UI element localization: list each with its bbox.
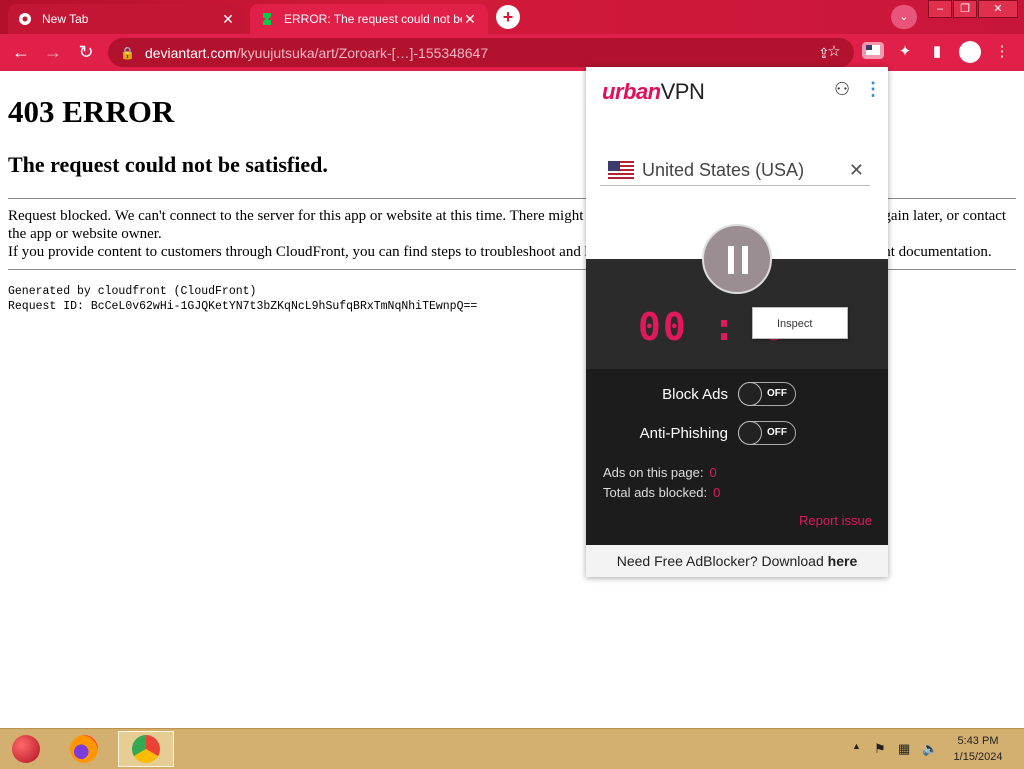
chrome-menu-icon[interactable]: ⋮ — [991, 42, 1013, 60]
ads-on-page: Ads on this page: 0 — [603, 465, 717, 480]
anti-phishing-toggle[interactable]: OFF — [738, 421, 796, 445]
maximize-button[interactable]: ❐ — [953, 0, 977, 18]
firefox-taskbar-button[interactable] — [58, 731, 114, 767]
browser-toolbar: ← → ↻ 🔒 deviantart.com/kyuujutsuka/art/Z… — [0, 34, 1024, 71]
clock-date: 1/15/2024 — [953, 751, 1003, 763]
system-clock[interactable]: 5:43 PM 1/15/2024 — [948, 733, 1008, 765]
close-window-button[interactable]: ✕ — [978, 0, 1018, 18]
side-panel-icon[interactable]: ▮ — [926, 42, 948, 60]
adblocker-promo: Need Free AdBlocker? Download here — [586, 545, 888, 577]
clear-country-icon[interactable]: ✕ — [849, 160, 864, 181]
pause-button[interactable] — [702, 224, 772, 294]
url-path: /kyuujutsuka/art/Zoroark-[…]-155348647 — [236, 44, 489, 61]
total-blocked-label: Total ads blocked: — [603, 485, 708, 500]
clock-time: 5:43 PM — [957, 735, 999, 747]
more-menu-icon[interactable]: ⋮ — [864, 79, 882, 100]
ads-on-page-label: Ads on this page: — [603, 465, 704, 480]
chrome-taskbar-button[interactable] — [118, 731, 174, 767]
urban-vpn-extension-icon[interactable] — [862, 42, 884, 59]
lock-icon[interactable]: 🔒 — [120, 46, 135, 60]
context-menu-inspect[interactable]: Inspect — [752, 307, 848, 339]
chrome-icon — [18, 12, 32, 26]
block-ads-toggle[interactable]: OFF — [738, 382, 796, 406]
toggle-knob — [738, 382, 762, 406]
toggle-state: OFF — [767, 427, 787, 438]
total-ads-blocked: Total ads blocked: 0 — [603, 485, 720, 500]
promo-text: Need Free AdBlocker? Download — [616, 553, 828, 569]
url-text: deviantart.com/kyuujutsuka/art/Zoroark-[… — [145, 45, 488, 61]
volume-muted-icon[interactable]: 🔈 — [922, 741, 938, 757]
block-ads-row: Block Ads OFF — [586, 382, 888, 408]
request-id: Request ID: BcCeL0v62wHi-1GJQKetYN7t3bZK… — [8, 300, 478, 313]
reload-button[interactable]: ↻ — [75, 42, 97, 63]
close-tab-icon[interactable]: ✕ — [462, 11, 478, 28]
back-button[interactable]: ← — [10, 42, 32, 63]
extensions-icon[interactable]: ✦ — [894, 42, 916, 60]
network-icon[interactable]: ▦ — [898, 741, 910, 757]
forward-button[interactable]: → — [42, 42, 64, 63]
close-tab-icon[interactable]: ✕ — [220, 11, 236, 28]
country-name: United States (USA) — [642, 159, 805, 180]
pause-icon — [728, 246, 734, 274]
tab-new-tab[interactable]: New Tab ✕ — [8, 4, 246, 34]
download-here-link[interactable]: here — [828, 553, 858, 569]
profile-avatar[interactable] — [959, 41, 981, 63]
action-center-flag-icon[interactable]: ⚑ — [874, 741, 886, 757]
address-bar[interactable]: 🔒 deviantart.com/kyuujutsuka/art/Zoroark… — [108, 38, 854, 67]
chrome-icon — [132, 735, 160, 763]
tab-error[interactable]: ERROR: The request could not be ✕ — [250, 4, 488, 34]
toggle-state: OFF — [767, 388, 787, 399]
total-blocked-count: 0 — [713, 485, 721, 500]
report-issue-link[interactable]: Report issue — [799, 513, 872, 528]
ads-on-page-count: 0 — [709, 465, 717, 480]
bookmark-star-icon[interactable]: ☆ — [823, 42, 845, 60]
tab-strip: New Tab ✕ ERROR: The request could not b… — [0, 0, 1024, 34]
account-icon[interactable]: ⚇ — [834, 79, 850, 100]
urban-vpn-logo: urbanVPN — [602, 79, 705, 104]
minimize-button[interactable]: – — [928, 0, 952, 18]
country-selector[interactable]: United States (USA) ✕ — [600, 155, 870, 186]
firefox-icon — [70, 735, 98, 763]
us-flag-icon — [608, 161, 634, 179]
anti-phishing-label: Anti-Phishing — [639, 425, 728, 442]
ornament-icon — [12, 735, 40, 763]
urban-vpn-popup: urbanVPN ⚇ ⋮ United States (USA) ✕ 00 : … — [586, 67, 888, 577]
new-tab-button[interactable]: + — [496, 5, 520, 29]
generated-by: Generated by cloudfront (CloudFront) — [8, 285, 257, 298]
tab-title: New Tab — [42, 12, 89, 26]
deviantart-icon — [260, 12, 274, 26]
anti-phishing-row: Anti-Phishing OFF — [586, 421, 888, 447]
start-button[interactable] — [0, 731, 56, 767]
url-domain: deviantart.com — [144, 44, 237, 61]
taskbar: ▲ ⚑ ▦ 🔈 5:43 PM 1/15/2024 — [0, 728, 1024, 769]
toggle-knob — [738, 421, 762, 445]
tab-search-icon[interactable]: ⌄ — [891, 5, 917, 29]
block-ads-label: Block Ads — [662, 386, 728, 403]
tab-title: ERROR: The request could not be — [284, 12, 462, 26]
show-hidden-icons[interactable]: ▲ — [852, 741, 861, 751]
